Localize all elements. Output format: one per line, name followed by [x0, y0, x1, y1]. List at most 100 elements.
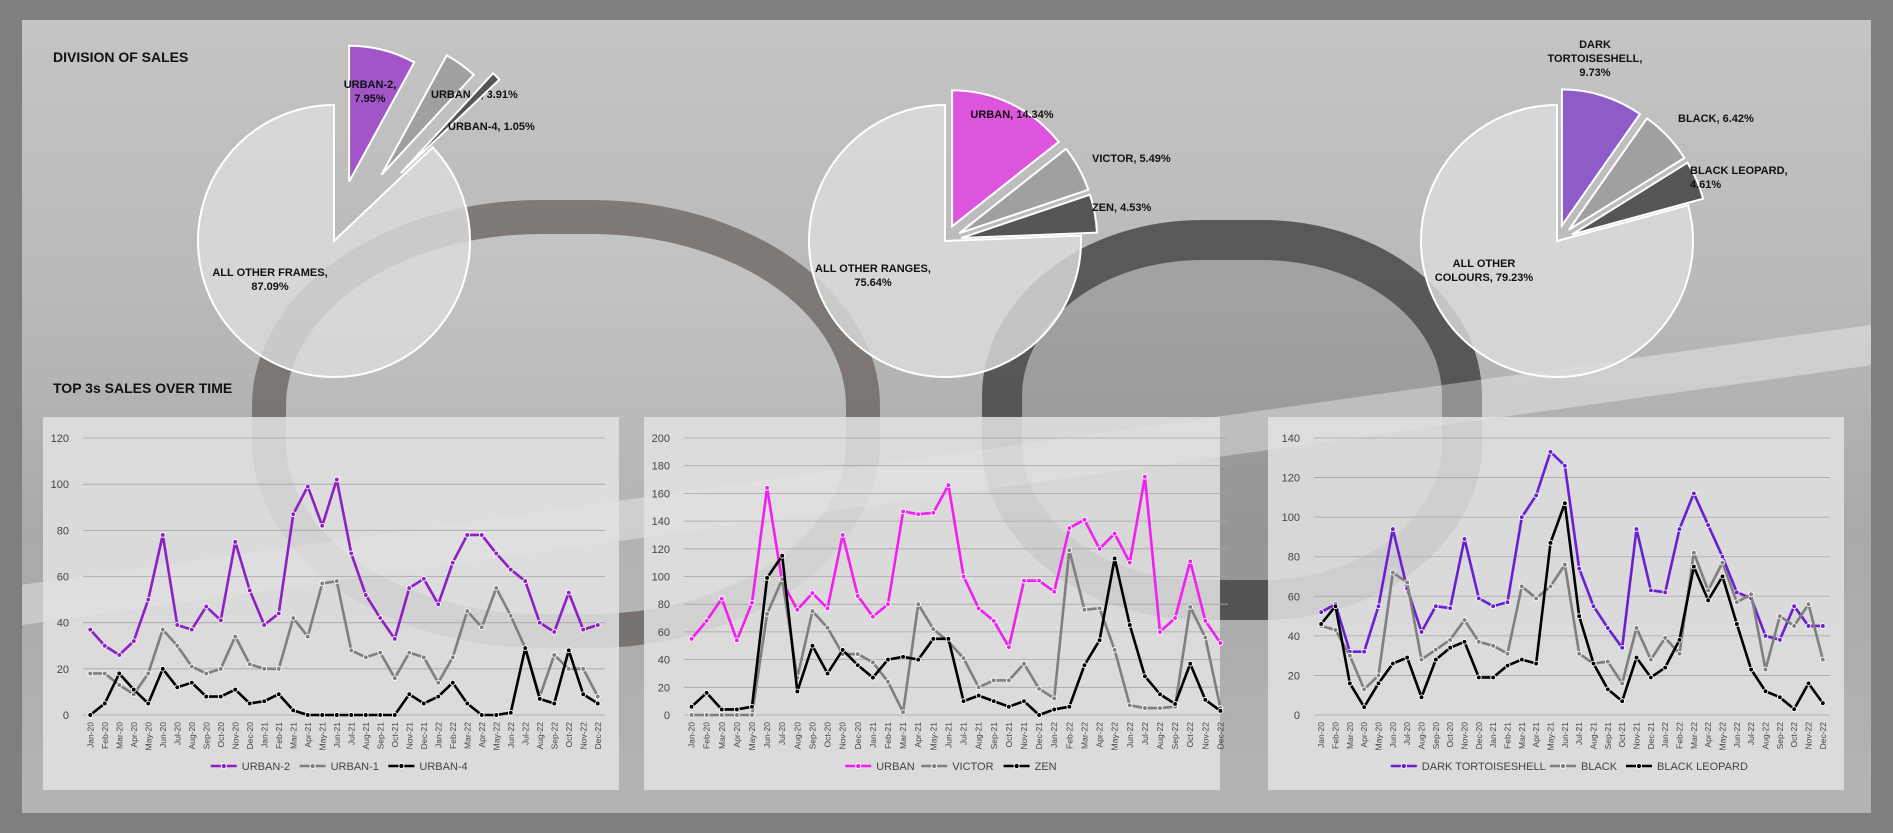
pie-label: URBAN-4, 1.05%	[448, 121, 535, 133]
data-point	[116, 682, 123, 688]
data-point	[945, 482, 952, 488]
data-point	[1576, 613, 1583, 619]
data-point	[1547, 540, 1554, 546]
data-point	[870, 674, 876, 681]
x-tick-label: Oct-22	[564, 722, 574, 748]
data-point	[261, 622, 268, 628]
data-point	[493, 550, 500, 557]
data-point	[1819, 656, 1826, 663]
x-tick-label: Jul-22	[1746, 722, 1756, 745]
y-tick-label: 40	[658, 655, 670, 667]
data-point	[435, 693, 442, 700]
data-point	[1676, 636, 1683, 643]
y-tick-label: 80	[57, 525, 69, 537]
x-tick-label: Jul-21	[959, 722, 969, 745]
data-point	[1805, 623, 1812, 629]
data-point	[377, 712, 384, 718]
pie-ranges: URBAN, 14.34% VICTOR, 5.49% ZEN, 4.53% ALL …	[808, 89, 1171, 378]
data-point	[1762, 633, 1769, 639]
data-point	[1157, 629, 1163, 635]
data-point	[1533, 660, 1540, 667]
data-point	[420, 654, 427, 661]
data-point	[246, 700, 253, 707]
data-point	[261, 665, 268, 672]
x-tick-label: Nov-22	[1200, 722, 1210, 750]
data-point	[960, 655, 967, 662]
data-point	[580, 691, 587, 698]
x-tick-label: Jun-22	[506, 722, 516, 748]
x-tick-label: Oct-20	[1445, 722, 1455, 748]
x-tick-label: May-20	[1374, 722, 1384, 751]
data-point	[1662, 589, 1669, 596]
data-point	[145, 596, 152, 603]
data-point	[594, 700, 601, 707]
data-point	[1217, 707, 1224, 714]
y-tick-label: 60	[658, 627, 670, 639]
data-point	[203, 670, 210, 677]
data-point	[1126, 702, 1133, 709]
x-tick-label: Jul-22	[520, 722, 530, 745]
data-point	[1066, 547, 1073, 554]
data-point	[188, 663, 195, 670]
x-tick-label: Mar-21	[288, 722, 298, 749]
data-point	[1389, 660, 1396, 667]
y-tick-label: 0	[664, 710, 670, 722]
data-point	[1375, 672, 1382, 679]
data-point	[1447, 644, 1454, 651]
data-point	[159, 665, 166, 672]
x-tick-label: Feb-21	[1503, 722, 1513, 749]
x-tick-label: Oct-21	[390, 722, 400, 748]
legend-marker	[931, 762, 938, 770]
y-tick-label: 40	[57, 618, 69, 630]
series-line	[690, 554, 1222, 717]
pie-colours: DARK TORTOISESHELL, 9.73% BLACK, 6.42% BLACK…	[1420, 39, 1788, 378]
data-point	[116, 652, 123, 658]
data-point	[464, 532, 471, 538]
line-chart-panel-frames: 0 20 40 60 80 100 120 Jan-20 Feb-20 Mar-20 Apr-20 M…	[43, 417, 619, 790]
x-tick-label: Jan-20	[85, 722, 95, 748]
data-point	[1375, 680, 1382, 687]
data-point	[493, 585, 500, 591]
data-point	[1418, 656, 1425, 663]
x-tick-label: Jan-20	[687, 722, 697, 748]
data-point	[749, 712, 755, 718]
data-point	[718, 595, 725, 602]
data-point	[809, 642, 816, 649]
data-point	[1418, 694, 1425, 701]
x-tick-label: May-21	[928, 722, 938, 751]
x-tick-label: Feb-20	[1331, 722, 1341, 749]
y-tick-label: 40	[1288, 631, 1300, 643]
data-point	[1361, 648, 1368, 655]
data-point	[1006, 644, 1012, 650]
legend-marker	[1400, 762, 1407, 770]
data-point	[1819, 700, 1826, 706]
data-point	[333, 578, 340, 584]
x-tick-label: May-20	[747, 722, 757, 751]
pie-label-line: ALL OTHER FRAMES,	[212, 267, 327, 279]
data-point	[130, 686, 137, 693]
data-point	[1604, 686, 1611, 693]
x-tick-label: Nov-20	[838, 722, 848, 750]
x-tick-label: Oct-20	[823, 722, 833, 748]
y-tick-label: 100	[1282, 512, 1300, 524]
data-point	[377, 615, 384, 621]
x-tick-label: Mar-20	[1345, 722, 1355, 749]
data-point	[1647, 587, 1654, 594]
data-point	[348, 647, 355, 654]
data-point	[304, 633, 311, 640]
data-point	[990, 677, 997, 684]
x-tick-label: Apr-20	[732, 722, 742, 748]
data-point	[1389, 569, 1396, 576]
legend-label: URBAN-4	[419, 761, 467, 773]
x-tick-label: Nov-21	[404, 722, 414, 750]
pie-charts: URBAN-2, 7.95% URBAN-1, 3.91%URBAN-4, 1.05…	[197, 39, 1788, 378]
data-point	[930, 626, 937, 632]
data-point	[703, 617, 710, 624]
pie-label: DARK TORTOISESHELL, 9.73%	[1548, 39, 1643, 79]
data-point	[333, 712, 340, 718]
series-line	[89, 646, 599, 717]
data-point	[232, 633, 239, 640]
x-tick-label: Apr-21	[1531, 722, 1541, 748]
pie-label-line: URBAN-2,	[344, 79, 397, 91]
data-point	[1318, 609, 1325, 615]
